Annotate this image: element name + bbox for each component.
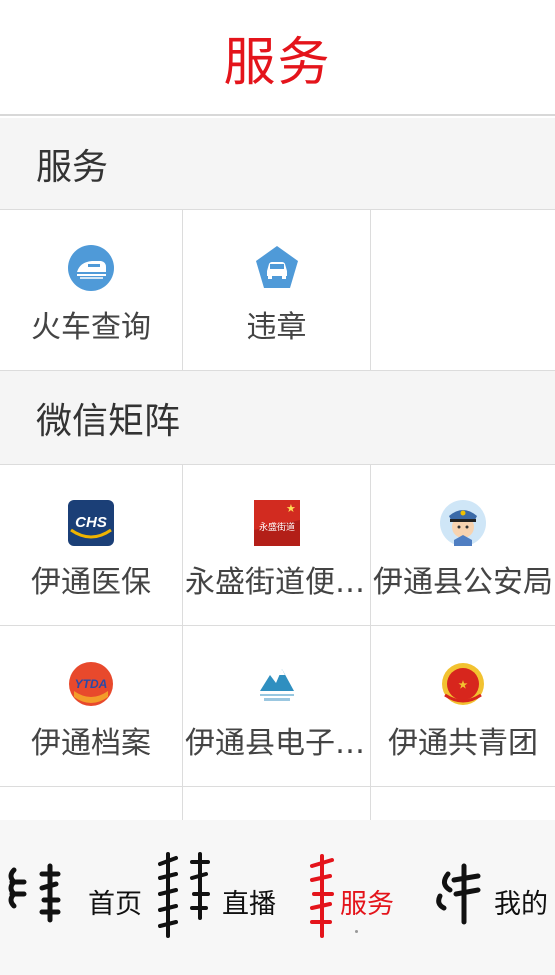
tab-home[interactable]: 首页: [0, 820, 142, 975]
train-icon: [68, 245, 114, 291]
wechat-item-youth-league[interactable]: ★ 伊通共青团: [371, 626, 555, 786]
wechat-label: 伊通县电子商务: [185, 726, 368, 761]
youth-league-icon: ★: [442, 663, 484, 705]
indicator-dot: [355, 930, 358, 933]
police-avatar-icon: [440, 500, 486, 546]
svg-text:★: ★: [286, 502, 296, 515]
wechat-label: 伊通医保: [31, 565, 151, 600]
tab-live[interactable]: 直播: [140, 820, 280, 975]
wechat-grid-row: YTDA 伊通档案 伊通县电子商务 ★ 伊通共青团: [0, 626, 555, 787]
wechat-label: 伊通县公安局: [373, 565, 553, 600]
mongolian-script-mine-icon: [436, 863, 481, 925]
bottom-tab-bar: 首页 直播 服务 我的: [0, 820, 555, 975]
svg-text:YTDA: YTDA: [75, 677, 108, 691]
service-label: 火车查询: [31, 310, 151, 345]
grid-divider: [182, 787, 183, 820]
page-header: 服务: [0, 0, 555, 116]
section-title: 微信矩阵: [36, 400, 181, 442]
mongolian-script-services-icon: [310, 854, 334, 938]
wechat-grid-row: CHS 伊通医保 ★ 永盛街道 永盛街道便民服务 伊通县公安局: [0, 465, 555, 626]
wechat-item-archives[interactable]: YTDA 伊通档案: [0, 626, 183, 786]
wechat-label: 永盛街道便民服务: [185, 565, 368, 600]
tab-label: 服务: [340, 889, 394, 920]
yongsheng-street-icon: ★ 永盛街道: [253, 500, 300, 546]
svg-text:永盛街道: 永盛街道: [258, 521, 294, 533]
tab-mine[interactable]: 我的: [432, 820, 555, 975]
mountain-logo-icon: [253, 661, 300, 707]
svg-text:CHS: CHS: [75, 514, 107, 531]
ytda-logo-icon: YTDA: [69, 662, 113, 706]
section-title: 服务: [36, 146, 109, 188]
wechat-item-police[interactable]: 伊通县公安局: [371, 465, 555, 625]
service-train-query[interactable]: 火车查询: [0, 210, 183, 370]
chs-logo-icon: CHS: [68, 500, 114, 546]
tab-label: 我的: [494, 889, 548, 920]
wechat-item-yongsheng-street[interactable]: ★ 永盛街道 永盛街道便民服务: [183, 465, 371, 625]
tab-services[interactable]: 服务: [300, 820, 410, 975]
section-header-services: 服务: [0, 118, 555, 210]
service-label: 违章: [246, 310, 307, 345]
svg-text:★: ★: [459, 680, 468, 691]
wechat-item-ecommerce[interactable]: 伊通县电子商务: [183, 626, 371, 786]
tab-label: 直播: [222, 889, 276, 920]
mongolian-script-home-icon: [8, 863, 61, 923]
grid-divider: [370, 787, 371, 820]
services-grid-row: 火车查询 违章: [0, 210, 555, 371]
page-title: 服务: [223, 32, 332, 93]
tab-label: 首页: [88, 889, 142, 920]
wechat-label: 伊通档案: [31, 726, 151, 761]
wechat-grid-row-partial: [0, 787, 555, 820]
section-header-wechat: 微信矩阵: [0, 371, 555, 465]
empty-cell: [371, 210, 555, 370]
mongolian-script-live-icon: [158, 852, 210, 938]
service-violation[interactable]: 违章: [183, 210, 371, 370]
car-icon: [255, 246, 298, 288]
wechat-label: 伊通共青团: [388, 726, 538, 761]
wechat-item-medical-insurance[interactable]: CHS 伊通医保: [0, 465, 183, 625]
